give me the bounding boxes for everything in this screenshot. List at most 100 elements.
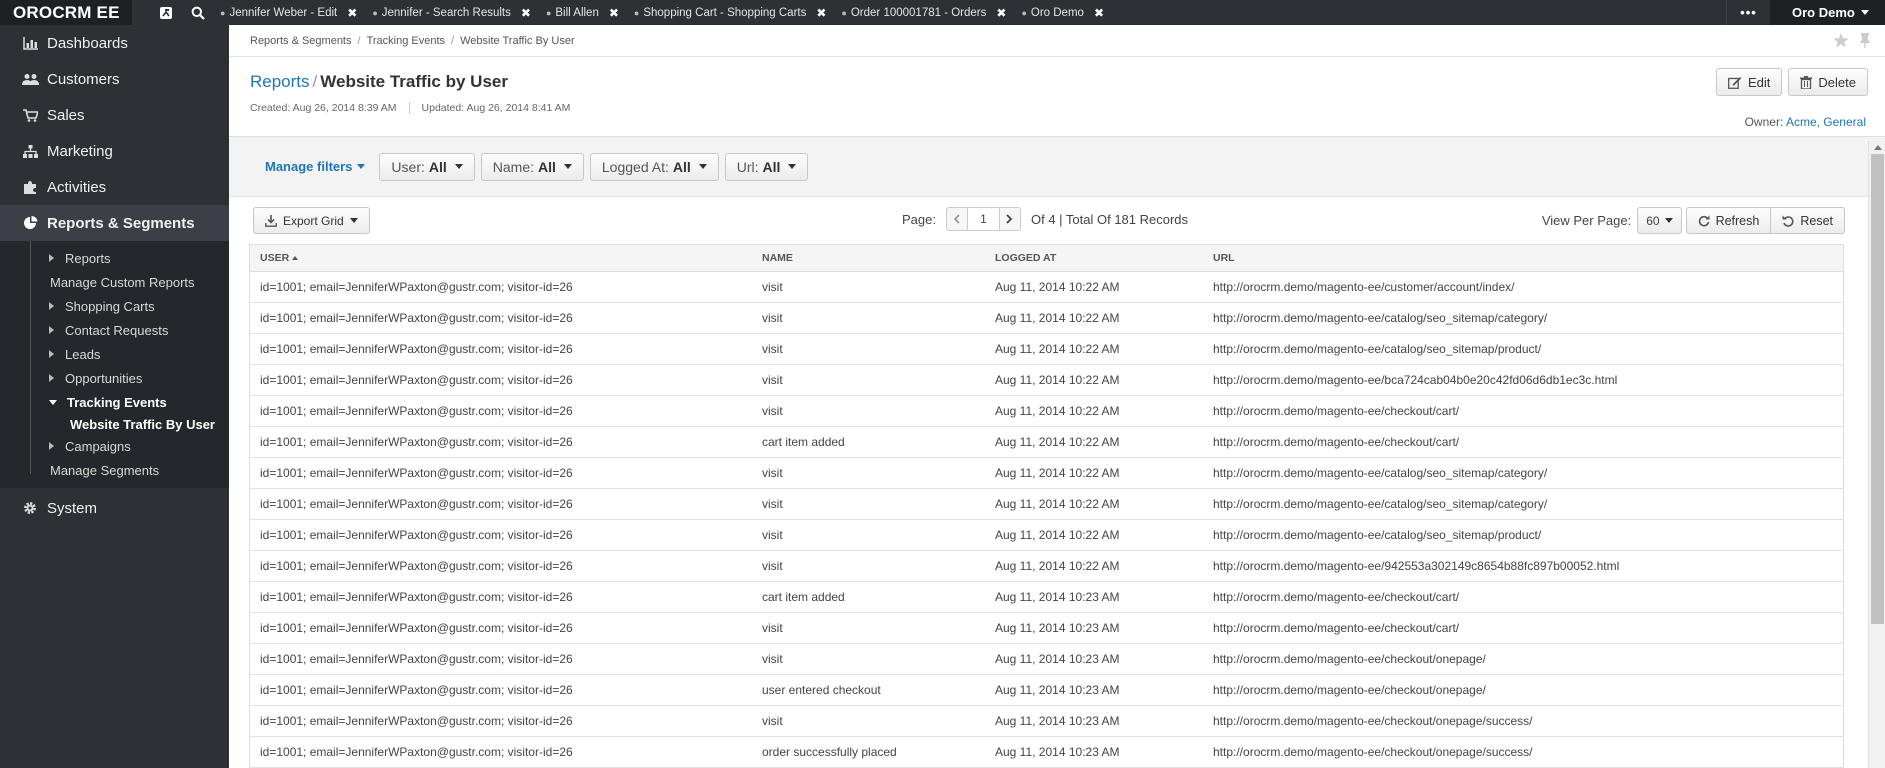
- sidebar-item-system[interactable]: System: [0, 490, 229, 526]
- page-number-input[interactable]: [967, 207, 999, 231]
- filter-logged-at[interactable]: Logged At: All: [589, 152, 719, 181]
- parent-link[interactable]: Reports: [250, 72, 310, 91]
- pinned-tab[interactable]: ● Jennifer Weber - Edit ✖: [220, 0, 365, 25]
- sub-item-label: Campaigns: [65, 438, 131, 454]
- delete-button[interactable]: Delete: [1788, 68, 1868, 96]
- sidebar-item-contact-requests[interactable]: Contact Requests: [0, 318, 229, 342]
- pinned-tab[interactable]: ● Jennifer - Search Results ✖: [372, 0, 539, 25]
- close-icon[interactable]: ✖: [521, 6, 531, 20]
- sidebar-item-leads[interactable]: Leads: [0, 342, 229, 366]
- column-header-user[interactable]: USER: [250, 252, 752, 264]
- sub-item-label: Tracking Events: [67, 394, 167, 410]
- table-row[interactable]: id=1001; email=JenniferWPaxton@gustr.com…: [250, 458, 1843, 489]
- sub-item-label: Opportunities: [65, 370, 143, 386]
- sidebar-item-activities[interactable]: Activities: [0, 169, 229, 205]
- pin-icon[interactable]: [1859, 33, 1871, 51]
- more-tabs-button[interactable]: •••: [1726, 0, 1770, 25]
- cell-logged-at: Aug 11, 2014 10:22 AM: [995, 404, 1120, 418]
- cell-logged-at: Aug 11, 2014 10:23 AM: [995, 714, 1120, 728]
- cell-url: http://orocrm.demo/magento-ee/checkout/c…: [1213, 590, 1460, 604]
- close-icon[interactable]: ✖: [1094, 6, 1104, 20]
- table-row[interactable]: id=1001; email=JenniferWPaxton@gustr.com…: [250, 272, 1843, 303]
- search-icon[interactable]: [190, 5, 206, 21]
- sidebar-item-manage-segments[interactable]: Manage Segments: [0, 458, 229, 482]
- app-logo[interactable]: OROCRM EE: [0, 0, 132, 25]
- cell-logged-at: Aug 11, 2014 10:22 AM: [995, 342, 1120, 356]
- sidebar-item-campaigns[interactable]: Campaigns: [0, 434, 229, 458]
- column-header-logged-at[interactable]: LOGGED AT: [985, 252, 1203, 264]
- filter-bar: Manage filters User: All Name: All Logged …: [229, 137, 1885, 197]
- cell-user: id=1001; email=JenniferWPaxton@gustr.com…: [260, 528, 573, 542]
- reset-button[interactable]: Reset: [1771, 207, 1845, 234]
- export-label: Export Grid: [283, 213, 344, 228]
- sidebar-item-marketing[interactable]: Marketing: [0, 133, 229, 169]
- table-row[interactable]: id=1001; email=JenniferWPaxton@gustr.com…: [250, 303, 1843, 334]
- sidebar-item-manage-custom-reports[interactable]: Manage Custom Reports: [0, 270, 229, 294]
- sidebar-item-reports-segments[interactable]: Reports & Segments: [0, 205, 229, 241]
- close-icon[interactable]: ✖: [816, 6, 826, 20]
- edit-button[interactable]: Edit: [1716, 68, 1783, 96]
- scrollbar[interactable]: [1868, 141, 1885, 768]
- cell-logged-at: Aug 11, 2014 10:22 AM: [995, 311, 1120, 325]
- table-row[interactable]: id=1001; email=JenniferWPaxton@gustr.com…: [250, 489, 1843, 520]
- pinned-tab-label: Order 100001781 - Orders: [850, 6, 987, 19]
- close-icon[interactable]: ✖: [996, 6, 1006, 20]
- table-row[interactable]: id=1001; email=JenniferWPaxton@gustr.com…: [250, 737, 1843, 768]
- refresh-button[interactable]: Refresh: [1685, 207, 1772, 234]
- column-header-url[interactable]: URL: [1203, 252, 1843, 264]
- table-row[interactable]: id=1001; email=JenniferWPaxton@gustr.com…: [250, 396, 1843, 427]
- sidebar-item-tracking-events[interactable]: Tracking Events: [0, 390, 229, 414]
- close-icon[interactable]: ✖: [609, 6, 619, 20]
- sidebar-item-label: Marketing: [47, 142, 113, 160]
- sidebar-item-customers[interactable]: Customers: [0, 61, 229, 97]
- sub-item-label: Manage Segments: [50, 462, 160, 478]
- caret-down-icon: [1860, 10, 1869, 15]
- page-label: Page:: [902, 211, 936, 227]
- table-row[interactable]: id=1001; email=JenniferWPaxton@gustr.com…: [250, 334, 1843, 365]
- export-grid-button[interactable]: Export Grid: [253, 207, 370, 234]
- filter-label: Url:: [736, 158, 759, 175]
- pinned-tab[interactable]: ● Order 100001781 - Orders ✖: [841, 0, 1014, 25]
- sidebar-item-sales[interactable]: Sales: [0, 97, 229, 133]
- scroll-up-icon[interactable]: [1874, 145, 1882, 150]
- cell-url: http://orocrm.demo/magento-ee/checkout/c…: [1213, 404, 1460, 418]
- scrollbar-thumb[interactable]: [1871, 154, 1884, 624]
- cell-url: http://orocrm.demo/magento-ee/catalog/se…: [1213, 497, 1548, 511]
- pinned-tab[interactable]: ● Bill Allen ✖: [546, 0, 627, 25]
- star-icon[interactable]: [1833, 33, 1849, 51]
- filter-user[interactable]: User: All: [379, 152, 475, 181]
- view-per-page-select[interactable]: 60: [1637, 207, 1682, 234]
- table-row[interactable]: id=1001; email=JenniferWPaxton@gustr.com…: [250, 613, 1843, 644]
- table-row[interactable]: id=1001; email=JenniferWPaxton@gustr.com…: [250, 551, 1843, 582]
- pinned-tab[interactable]: ● Oro Demo ✖: [1021, 0, 1112, 25]
- sidebar-item-reports[interactable]: Reports: [0, 246, 229, 270]
- next-page-button[interactable]: [998, 207, 1021, 231]
- table-row[interactable]: id=1001; email=JenniferWPaxton@gustr.com…: [250, 582, 1843, 613]
- sidebar-item-dashboards[interactable]: Dashboards: [0, 25, 229, 61]
- cell-url: http://orocrm.demo/magento-ee/catalog/se…: [1213, 466, 1548, 480]
- table-row[interactable]: id=1001; email=JenniferWPaxton@gustr.com…: [250, 365, 1843, 396]
- column-header-name[interactable]: NAME: [752, 252, 985, 264]
- manage-filters-button[interactable]: Manage filters: [265, 159, 366, 174]
- cell-logged-at: Aug 11, 2014 10:22 AM: [995, 280, 1120, 294]
- close-icon[interactable]: ✖: [347, 6, 357, 20]
- cell-name: visit: [762, 621, 783, 635]
- pinned-tab[interactable]: ● Shopping Cart - Shopping Carts ✖: [634, 0, 835, 25]
- breadcrumb-item: Reports & Segments: [250, 34, 352, 47]
- table-row[interactable]: id=1001; email=JenniferWPaxton@gustr.com…: [250, 706, 1843, 737]
- table-row[interactable]: id=1001; email=JenniferWPaxton@gustr.com…: [250, 675, 1843, 706]
- prev-page-button[interactable]: [945, 207, 968, 231]
- sidebar-item-shopping-carts[interactable]: Shopping Carts: [0, 294, 229, 318]
- table-row[interactable]: id=1001; email=JenniferWPaxton@gustr.com…: [250, 644, 1843, 675]
- table-row[interactable]: id=1001; email=JenniferWPaxton@gustr.com…: [250, 427, 1843, 458]
- bookmark-icon[interactable]: [158, 5, 174, 21]
- filter-url[interactable]: Url: All: [724, 152, 809, 181]
- filter-name[interactable]: Name: All: [480, 152, 584, 181]
- sidebar-item-website-traffic-by-user[interactable]: Website Traffic By User: [0, 414, 229, 434]
- created-date: Created: Aug 26, 2014 8:39 AM: [250, 102, 397, 114]
- user-menu[interactable]: Oro Demo: [1770, 0, 1885, 25]
- table-row[interactable]: id=1001; email=JenniferWPaxton@gustr.com…: [250, 520, 1843, 551]
- sidebar-item-opportunities[interactable]: Opportunities: [0, 366, 229, 390]
- data-grid: USER NAME LOGGED AT URL id=1001; email=J…: [249, 244, 1844, 768]
- owner-link[interactable]: Acme, General: [1786, 115, 1866, 129]
